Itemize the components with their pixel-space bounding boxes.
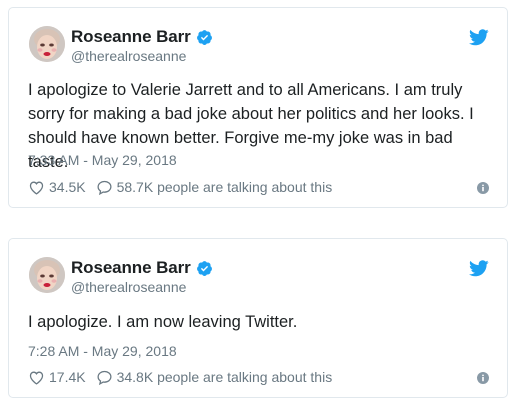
verified-badge-icon [196,29,212,45]
twitter-bird-icon[interactable] [469,260,489,277]
like-button[interactable]: 17.4K [28,369,86,386]
author-handle[interactable]: @therealroseanne [71,279,186,295]
like-count: 34.5K [49,179,86,195]
like-button[interactable]: 34.5K [28,179,86,196]
avatar-image [29,26,65,62]
verified-badge-icon [196,260,212,276]
author-row[interactable]: Roseanne Barr [71,258,213,278]
author-name[interactable]: Roseanne Barr [71,258,191,278]
tweet-actions: 34.5K 58.7K people are talking about thi… [28,178,332,196]
avatar[interactable] [29,26,65,62]
twitter-bird-icon[interactable] [469,29,489,46]
heart-icon [29,181,44,195]
tweet-card[interactable]: Roseanne Barr @therealroseanne I apologi… [8,238,508,398]
author-row[interactable]: Roseanne Barr [71,27,213,47]
info-icon[interactable] [477,182,489,194]
tweet-timestamp[interactable]: 7:33 AM - May 29, 2018 [28,152,177,168]
tweet-actions: 17.4K 34.8K people are talking about thi… [28,368,332,386]
heart-icon [29,371,44,385]
talking-count: 34.8K people are talking about this [116,369,333,385]
speech-bubble-icon [97,180,112,195]
like-count: 17.4K [49,369,86,385]
author-handle[interactable]: @therealroseanne [71,48,186,64]
tweet-timestamp[interactable]: 7:28 AM - May 29, 2018 [28,343,177,359]
info-icon[interactable] [477,372,489,384]
speech-bubble-icon [97,370,112,385]
reply-button[interactable]: 34.8K people are talking about this [96,369,333,386]
avatar-image [29,257,65,293]
talking-count: 58.7K people are talking about this [116,179,333,195]
tweet-card[interactable]: Roseanne Barr @therealroseanne I apologi… [8,7,508,208]
tweet-text: I apologize. I am now leaving Twitter. [28,313,298,331]
reply-button[interactable]: 58.7K people are talking about this [96,179,333,196]
author-name[interactable]: Roseanne Barr [71,27,191,47]
avatar[interactable] [29,257,65,293]
